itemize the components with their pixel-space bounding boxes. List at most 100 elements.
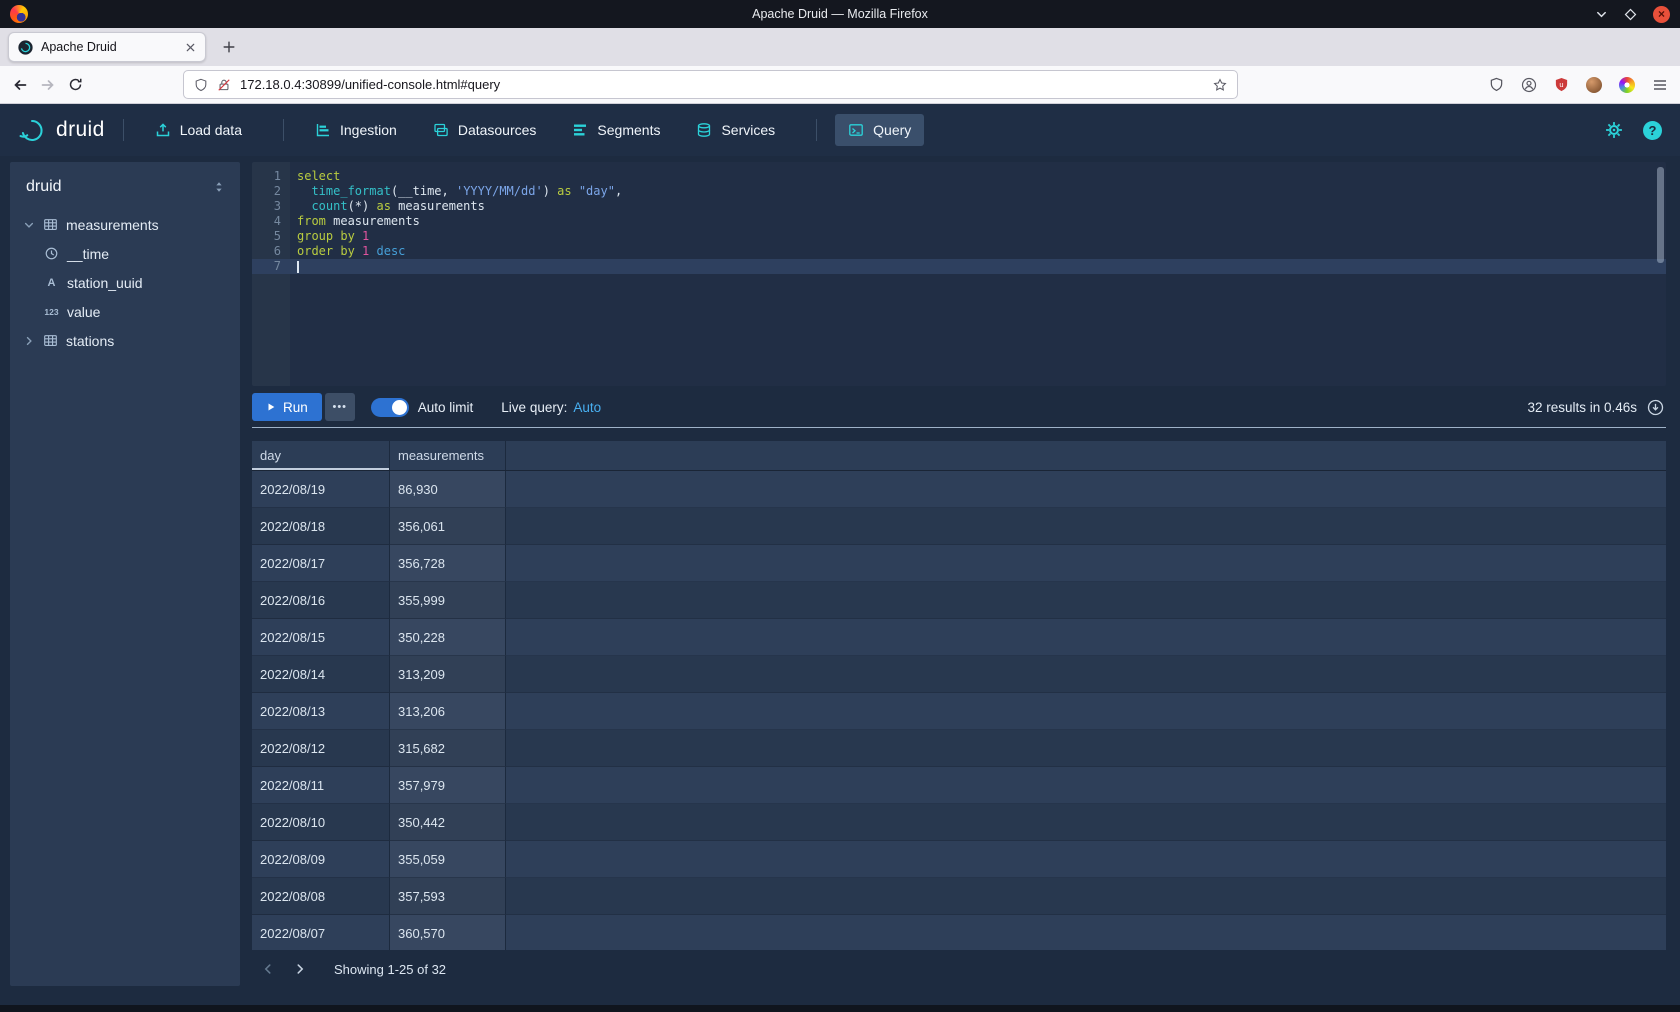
column-header-day[interactable]: day [252,441,390,470]
sql-token: ) [543,184,557,198]
cell-day[interactable]: 2022/08/18 [252,508,390,545]
table-icon [42,217,59,232]
more-dots: ••• [332,401,347,413]
menu-icon[interactable] [1652,77,1668,93]
new-tab-button[interactable] [218,36,240,58]
next-page-icon[interactable] [286,955,314,983]
run-button[interactable]: Run [252,393,322,421]
table-row: 2022/08/17356,728 [252,545,1666,582]
window-minimize-icon[interactable] [1595,8,1608,21]
sql-token: group by [297,229,355,243]
cell-day[interactable]: 2022/08/08 [252,878,390,915]
extension-shield-icon[interactable] [1489,77,1504,92]
ublock-shield-icon[interactable]: u [1554,77,1569,92]
tree-item-__time[interactable]: __time [10,239,240,268]
cell-measurements[interactable]: 313,206 [390,693,506,730]
sql-token [355,244,362,258]
sql-token: "day" [579,184,615,198]
cell-day[interactable]: 2022/08/14 [252,656,390,693]
download-icon[interactable] [1647,399,1664,416]
chevron-down-icon[interactable] [22,219,35,231]
avatar-extension-icon[interactable] [1586,77,1602,93]
sql-token: 'YYYY/MM/dd' [456,184,543,198]
sql-token: count [311,199,347,213]
tree-item-stations[interactable]: stations [10,326,240,355]
cell-measurements[interactable]: 357,979 [390,767,506,804]
table-row: 2022/08/09355,059 [252,841,1666,878]
back-icon[interactable] [12,77,28,93]
window-close-icon[interactable]: × [1653,6,1670,23]
nav-item-segments[interactable]: Segments [559,114,673,146]
url-bar[interactable]: 172.18.0.4:30899/unified-console.html#qu… [183,70,1238,99]
live-query-value[interactable]: Auto [573,400,601,415]
window-titlebar: Apache Druid — Mozilla Firefox × [0,0,1680,28]
editor-scrollbar[interactable] [1657,167,1664,263]
auto-limit-switch[interactable] [371,398,409,417]
cell-day[interactable]: 2022/08/09 [252,841,390,878]
double-caret-sort-icon[interactable] [212,180,226,194]
tab-close-icon[interactable] [185,42,196,53]
browser-tab[interactable]: Apache Druid [8,32,206,62]
cell-day[interactable]: 2022/08/13 [252,693,390,730]
account-icon[interactable] [1521,77,1537,93]
sql-token: 1 [362,229,369,243]
line-number: 5 [252,229,290,244]
column-header-measurements[interactable]: measurements [390,441,506,470]
chevron-right-icon[interactable] [22,335,35,347]
tree-item-label: __time [67,246,109,262]
cell-measurements[interactable]: 350,228 [390,619,506,656]
load-data-icon [155,122,171,138]
cell-measurements[interactable]: 357,593 [390,878,506,915]
nav-item-datasources[interactable]: Datasources [420,114,550,146]
window-maximize-icon[interactable] [1624,8,1637,21]
cell-measurements[interactable]: 355,059 [390,841,506,878]
cell-day[interactable]: 2022/08/17 [252,545,390,582]
schema-sidebar: druid measurements__timeAstation_uuid123… [10,162,240,986]
cell-day[interactable]: 2022/08/07 [252,915,390,950]
cell-day[interactable]: 2022/08/19 [252,471,390,508]
play-icon [266,402,276,412]
cell-measurements[interactable]: 360,570 [390,915,506,950]
cell-measurements[interactable]: 315,682 [390,730,506,767]
druid-brand[interactable]: druid [18,116,105,145]
nav-item-label: Query [873,122,911,138]
tree-item-value[interactable]: 123value [10,297,240,326]
cell-measurements[interactable]: 356,728 [390,545,506,582]
editor-line: 6order by 1 desc [252,244,1666,259]
cell-day[interactable]: 2022/08/16 [252,582,390,619]
bookmark-star-icon[interactable] [1213,78,1227,92]
cell-measurements[interactable]: 356,061 [390,508,506,545]
settings-gear-icon[interactable] [1605,121,1623,139]
cell-day[interactable]: 2022/08/12 [252,730,390,767]
cell-measurements[interactable]: 86,930 [390,471,506,508]
cell-day[interactable]: 2022/08/11 [252,767,390,804]
tree-item-station_uuid[interactable]: Astation_uuid [10,268,240,297]
cell-measurements[interactable]: 350,442 [390,804,506,841]
sql-token: measurements [326,214,420,228]
editor-line: 1select [252,169,1666,184]
insecure-lock-icon[interactable] [217,78,231,92]
reload-icon[interactable] [68,77,83,92]
nav-item-label: Ingestion [340,122,397,138]
run-more-button[interactable]: ••• [325,393,355,421]
nav-item-services[interactable]: Services [683,114,788,146]
nav-item-ingestion[interactable]: Ingestion [302,114,410,146]
cell-day[interactable]: 2022/08/10 [252,804,390,841]
table-row: 2022/08/08357,593 [252,878,1666,915]
nav-item-query[interactable]: Query [835,114,924,146]
sql-token: time_format [311,184,390,198]
nav-item-label: Datasources [458,122,537,138]
segments-icon [572,122,588,138]
nav-item-load-data[interactable]: Load data [142,114,255,146]
help-icon[interactable]: ? [1643,121,1662,140]
pinwheel-extension-icon[interactable] [1619,77,1635,93]
tree-item-measurements[interactable]: measurements [10,210,240,239]
forward-icon[interactable] [40,77,56,93]
sql-editor[interactable]: 1select2 time_format(__time, 'YYYY/MM/dd… [252,162,1666,386]
shield-icon[interactable] [194,78,208,92]
cell-measurements[interactable]: 355,999 [390,582,506,619]
cell-day[interactable]: 2022/08/15 [252,619,390,656]
prev-page-icon[interactable] [254,955,282,983]
sql-token: from [297,214,326,228]
cell-measurements[interactable]: 313,209 [390,656,506,693]
